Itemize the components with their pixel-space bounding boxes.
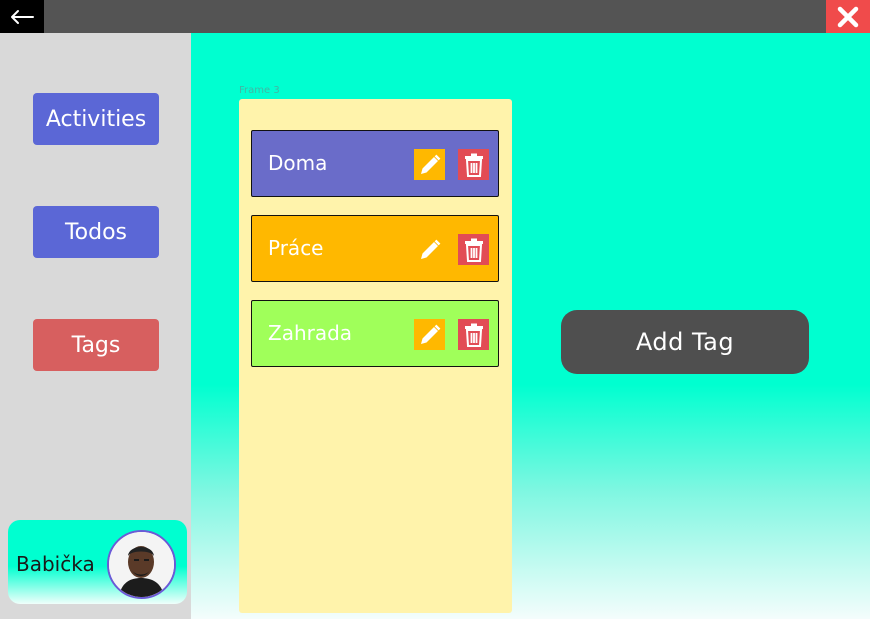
pencil-icon	[420, 324, 440, 344]
close-icon	[837, 6, 859, 27]
user-name: Babička	[16, 552, 95, 576]
nav-todos-button[interactable]: Todos	[33, 206, 159, 258]
delete-tag-button[interactable]	[458, 234, 489, 265]
tag-row-doma[interactable]: Doma	[251, 130, 499, 197]
delete-tag-button[interactable]	[458, 149, 489, 180]
delete-tag-button[interactable]	[458, 319, 489, 350]
tag-label: Zahrada	[268, 321, 353, 345]
user-avatar-icon	[109, 532, 174, 597]
tag-row-zahrada[interactable]: Zahrada	[251, 300, 499, 367]
edit-tag-button[interactable]	[414, 149, 445, 180]
tags-frame: Doma Práce Zahrada	[239, 99, 512, 613]
add-tag-button[interactable]: Add Tag	[561, 310, 809, 374]
main-content: Frame 3 Doma Práce Zahrada Add Tag	[191, 33, 870, 619]
frame-label: Frame 3	[239, 85, 280, 96]
nav-activities-button[interactable]: Activities	[33, 93, 159, 145]
title-bar	[0, 0, 870, 33]
nav-tags-button[interactable]: Tags	[33, 319, 159, 371]
user-card[interactable]: Babička	[8, 520, 187, 604]
trash-icon	[464, 153, 483, 177]
trash-icon	[464, 238, 483, 262]
tag-label: Práce	[268, 236, 324, 260]
tag-label: Doma	[268, 151, 328, 175]
arrow-left-icon	[11, 9, 34, 24]
pencil-icon	[420, 154, 440, 174]
pencil-icon	[420, 239, 440, 259]
edit-tag-button[interactable]	[414, 319, 445, 350]
sidebar: Activities Todos Tags Babička	[0, 33, 191, 619]
avatar	[107, 530, 176, 599]
tag-row-prace[interactable]: Práce	[251, 215, 499, 282]
edit-tag-button[interactable]	[414, 234, 445, 265]
close-button[interactable]	[826, 0, 870, 33]
trash-icon	[464, 323, 483, 347]
back-button[interactable]	[0, 0, 44, 33]
